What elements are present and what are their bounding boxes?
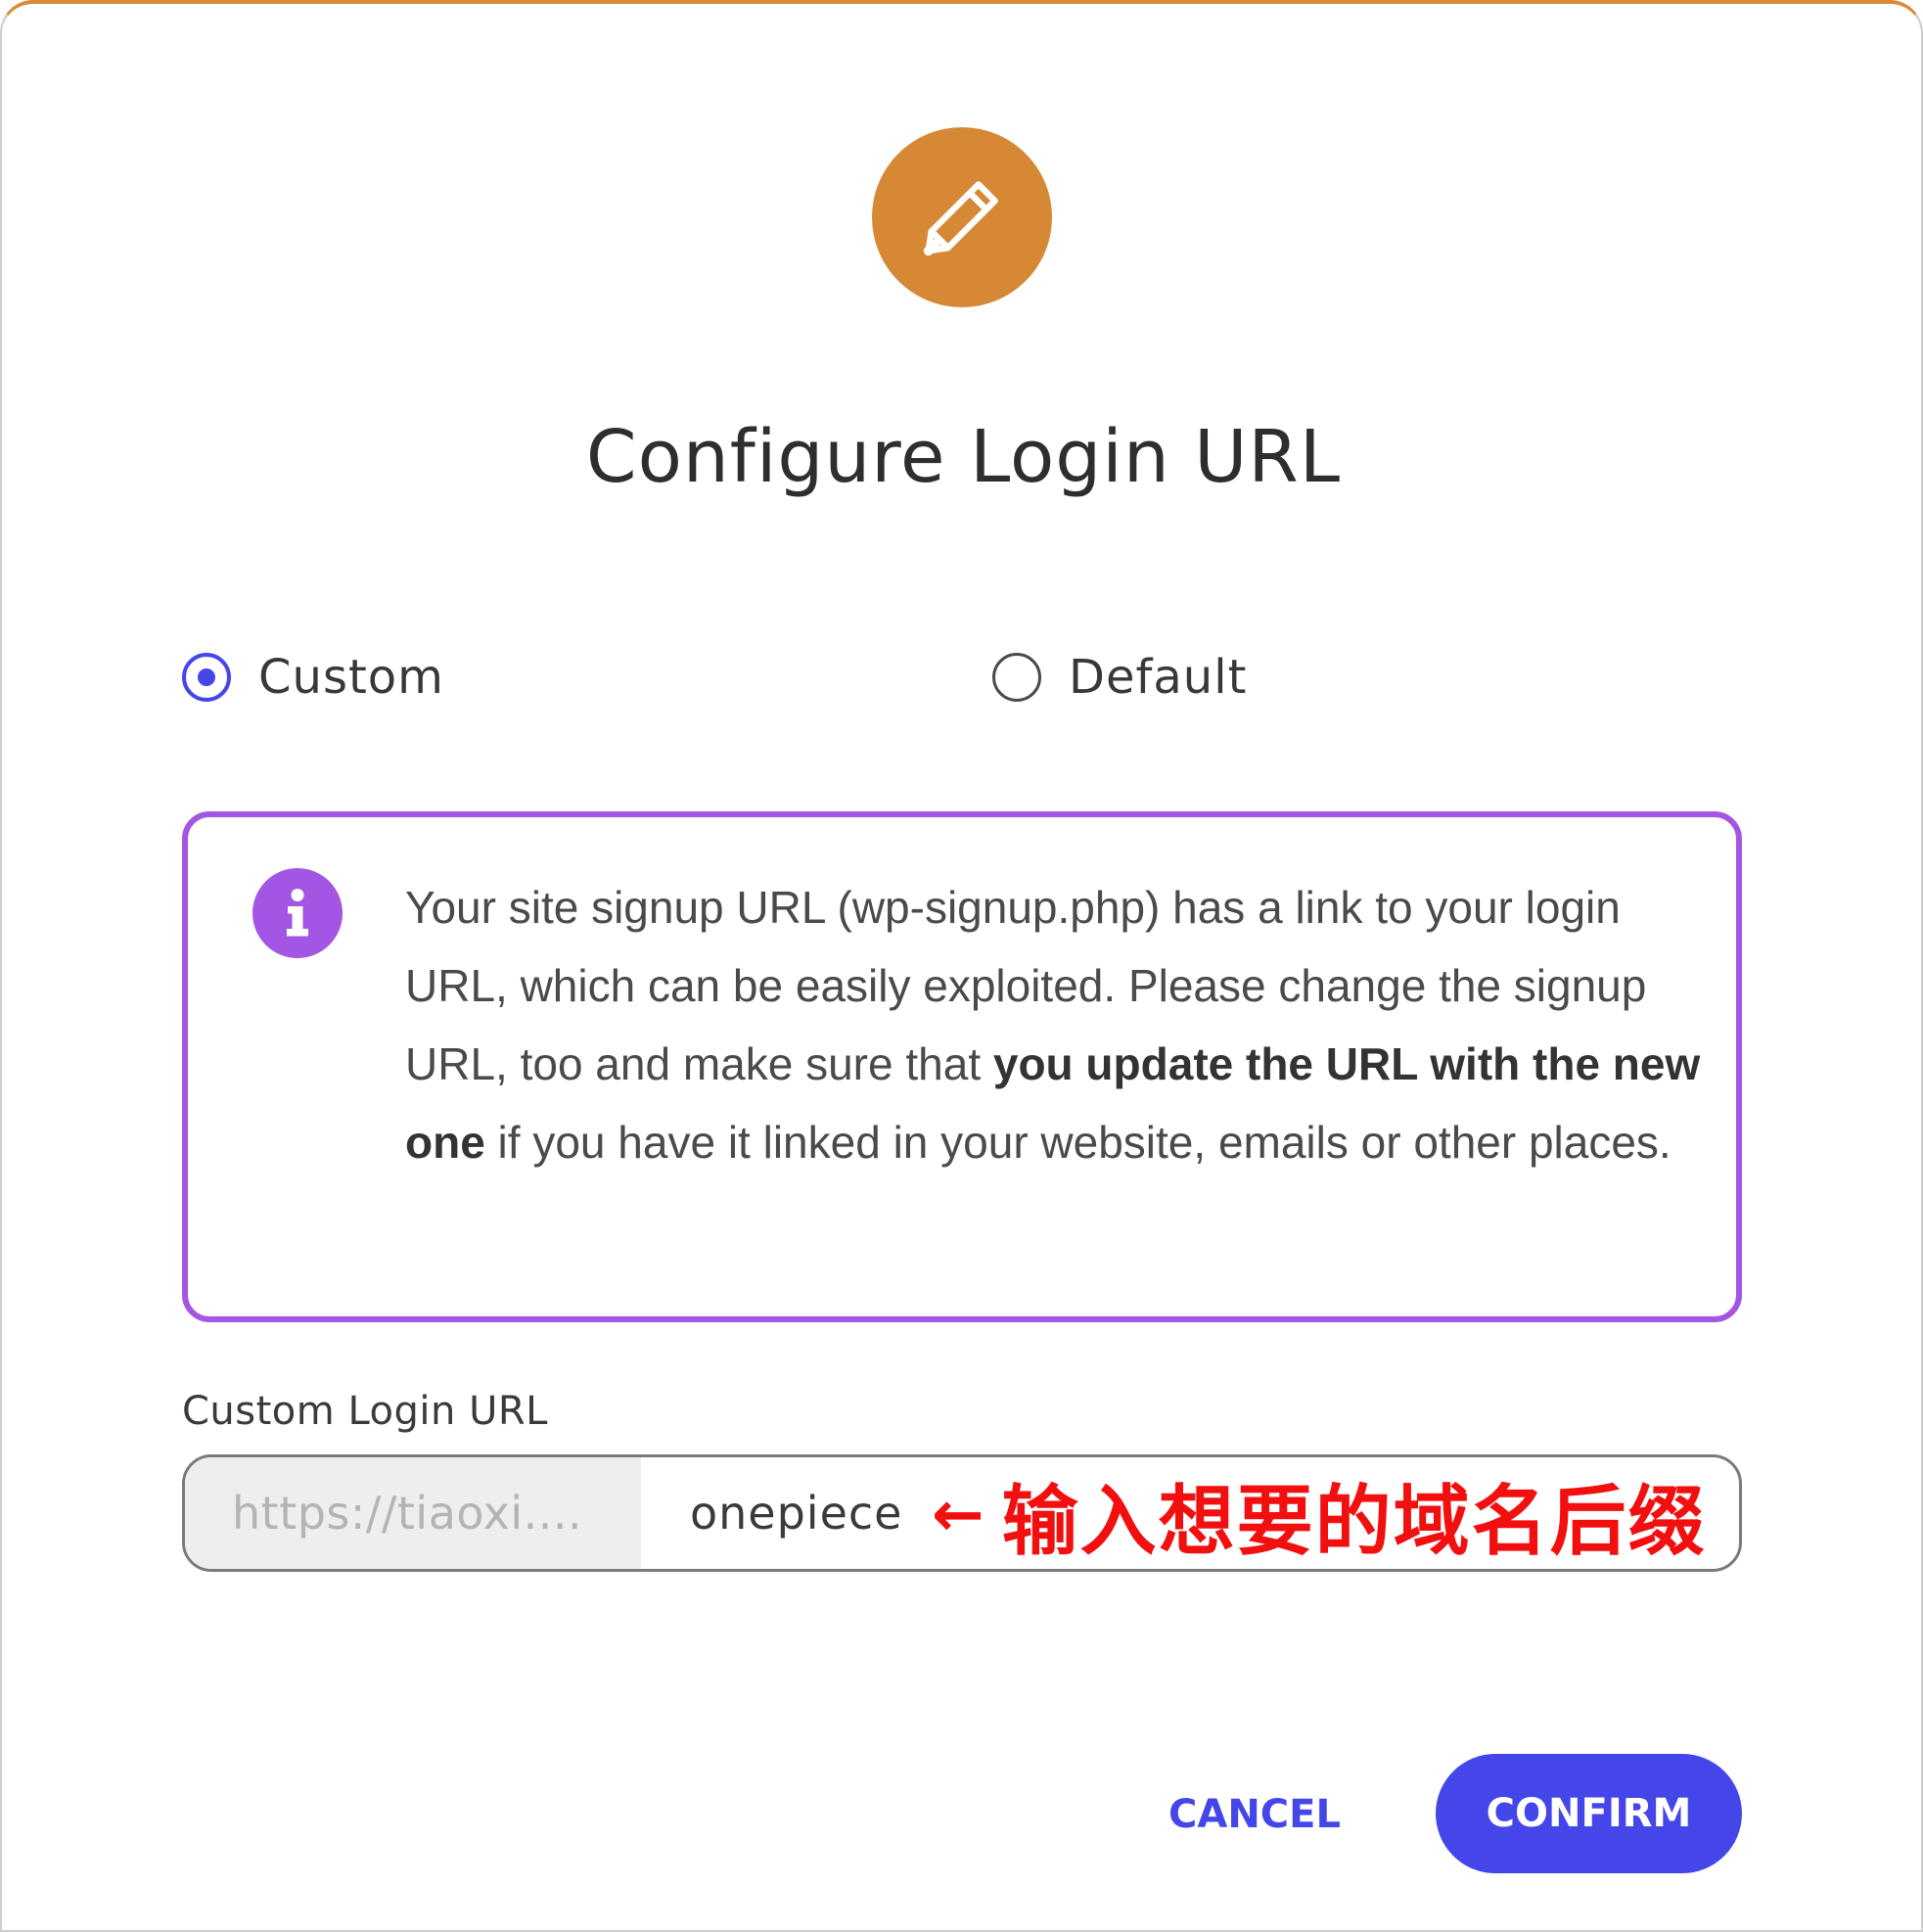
info-notice-box: Your site signup URL (wp-signup.php) has… (182, 811, 1742, 1322)
default-radio-label: Default (1069, 650, 1248, 705)
pencil-icon (872, 127, 1052, 307)
radio-selected-icon[interactable] (182, 653, 231, 702)
notice-text-part2: if you have it linked in your website, e… (484, 1117, 1671, 1168)
annotation-callout: ← 输入想要的域名后缀 (932, 1460, 1707, 1570)
dialog-title: Configure Login URL (585, 415, 1342, 499)
configure-login-url-dialog: Configure Login URL Custom Default Your … (0, 0, 1923, 1932)
confirm-button[interactable]: CONFIRM (1436, 1754, 1742, 1873)
notice-text: Your site signup URL (wp-signup.php) has… (405, 868, 1707, 1181)
cancel-button[interactable]: CANCEL (1157, 1756, 1352, 1873)
radio-unselected-icon[interactable] (992, 653, 1041, 702)
url-prefix: https://tiaoxi.... (185, 1457, 641, 1569)
custom-radio-label: Custom (258, 650, 444, 705)
default-radio-option[interactable]: Default (992, 650, 1247, 705)
custom-login-url-label: Custom Login URL (182, 1389, 548, 1434)
left-arrow-icon: ← (932, 1479, 984, 1551)
custom-radio-option[interactable]: Custom (182, 650, 444, 705)
annotation-text: 输入想要的域名后缀 (1001, 1478, 1707, 1566)
info-icon (252, 868, 343, 958)
